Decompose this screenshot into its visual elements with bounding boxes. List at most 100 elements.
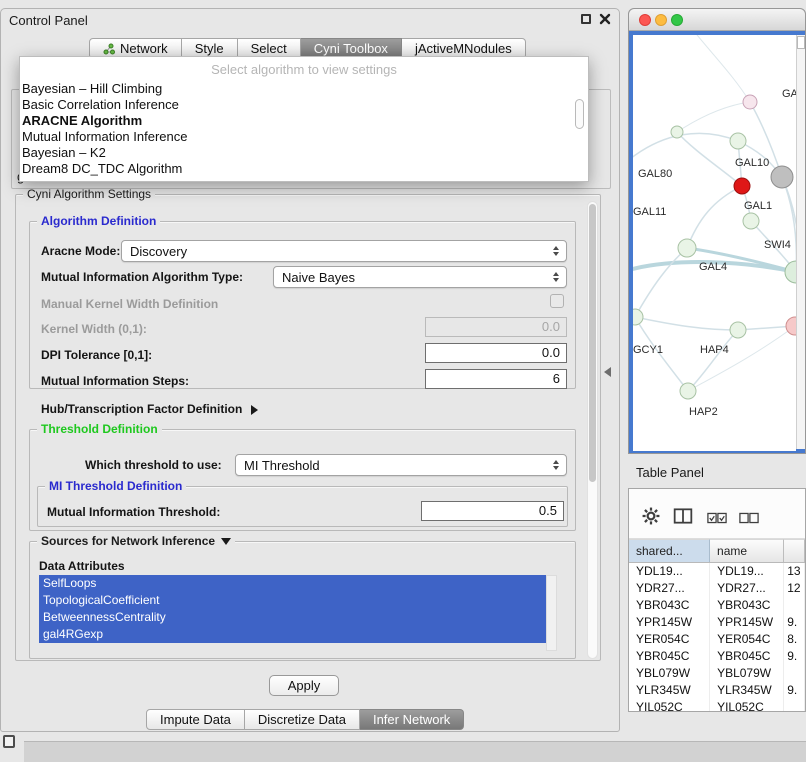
network-node[interactable] (730, 133, 746, 149)
column-header-name[interactable]: name (710, 539, 784, 562)
network-node[interactable] (786, 317, 796, 335)
settings-scrollbar[interactable] (587, 201, 598, 659)
manual-kernel-checkbox[interactable] (550, 294, 564, 308)
dpi-tolerance-field[interactable]: 0.0 (425, 343, 567, 363)
algorithm-option[interactable]: Mutual Information Inference (20, 129, 588, 145)
minimize-traffic-light-icon[interactable] (655, 14, 667, 26)
attribute-list-item[interactable]: SelfLoops (39, 575, 546, 592)
select-columns-icon[interactable] (673, 507, 693, 525)
cyni-settings-title: Cyni Algorithm Settings (23, 187, 155, 201)
mi-threshold-label: Mutual Information Threshold: (47, 504, 220, 520)
table-cell: 9. (784, 614, 805, 631)
attribute-list-item[interactable]: TopologicalCoefficient (39, 592, 546, 609)
network-node[interactable] (785, 261, 796, 283)
network-edge[interactable] (693, 35, 750, 102)
mi-steps-label: Mutual Information Steps: (41, 373, 189, 389)
mi-threshold-field[interactable]: 0.5 (421, 501, 564, 521)
algorithm-option[interactable]: Bayesian – K2 (20, 145, 588, 161)
tab-discretize-data[interactable]: Discretize Data (245, 709, 360, 730)
network-node-label: GCY1 (633, 344, 663, 356)
table-cell: 8. (784, 631, 805, 648)
network-focus-frame: GALGAL80GAL10GAL11GAL1SWI4GAL4GCY1HAP4HA… (629, 31, 805, 453)
network-node[interactable] (743, 95, 757, 109)
algorithm-popup-list: Bayesian – Hill ClimbingBasic Correlatio… (20, 81, 588, 177)
table-cell: YBR045C (629, 648, 710, 665)
table-row[interactable]: YBL079WYBL079W (629, 665, 805, 682)
kernel-width-field[interactable]: 0.0 (425, 317, 567, 337)
algorithm-option[interactable]: Dream8 DC_TDC Algorithm (20, 161, 588, 177)
close-traffic-light-icon[interactable] (639, 14, 651, 26)
tab-impute-data[interactable]: Impute Data (146, 709, 245, 730)
close-icon[interactable] (599, 13, 611, 25)
algorithm-option[interactable]: Basic Correlation Inference (20, 97, 588, 113)
attribute-list-item[interactable]: BetweennessCentrality (39, 609, 546, 626)
sources-group-title[interactable]: Sources for Network Inference (37, 534, 235, 548)
tab-infer-network-label: Infer Network (373, 712, 450, 727)
settings-scrollbar-thumb[interactable] (589, 204, 596, 482)
network-node-label: GAL10 (735, 157, 769, 169)
zoom-traffic-light-icon[interactable] (671, 14, 683, 26)
aracne-mode-combo[interactable]: Discovery (121, 240, 567, 262)
table-row[interactable]: YER054CYER054C8. (629, 631, 805, 648)
algorithm-popup-placeholder: Select algorithm to view settings (20, 59, 588, 81)
network-node-label: HAP4 (700, 344, 729, 356)
network-node-label: GAL11 (633, 206, 666, 218)
hub-section-label: Hub/Transcription Factor Definition (41, 402, 242, 416)
attribute-list-item[interactable]: gal4RGexp (39, 626, 546, 643)
control-panel-window: Control Panel Network Style Select Cyni … (0, 8, 620, 732)
network-node[interactable] (734, 178, 750, 194)
network-node[interactable] (633, 309, 643, 325)
network-edge[interactable] (688, 330, 738, 391)
split-pane-collapse-icon[interactable] (604, 367, 611, 377)
tab-infer-network[interactable]: Infer Network (360, 709, 464, 730)
apply-button[interactable]: Apply (269, 675, 339, 696)
table-cell: 9. (784, 648, 805, 665)
network-node[interactable] (678, 239, 696, 257)
table-cell: 13 (784, 563, 805, 580)
network-edge[interactable] (633, 133, 738, 163)
network-scrollbar[interactable] (796, 35, 805, 449)
table-row[interactable]: YBR045CYBR045C9. (629, 648, 805, 665)
table-row[interactable]: YBR043CYBR043C (629, 597, 805, 614)
column-header-shared-name[interactable]: shared... (629, 539, 710, 562)
attributes-list-scrollbar[interactable] (546, 575, 557, 651)
algorithm-option[interactable]: ARACNE Algorithm (20, 113, 588, 129)
hub-section-toggle[interactable]: Hub/Transcription Factor Definition (41, 401, 258, 417)
control-panel-titlebar: Control Panel (1, 9, 619, 33)
mi-steps-field[interactable]: 6 (425, 369, 567, 389)
tab-jactivemodules-label: jActiveMNodules (415, 41, 512, 56)
mi-type-combo[interactable]: Naive Bayes (273, 266, 567, 288)
panel-title: Control Panel (9, 13, 88, 28)
network-node[interactable] (680, 383, 696, 399)
gear-icon[interactable] (641, 507, 661, 525)
network-node[interactable] (730, 322, 746, 338)
network-node[interactable] (671, 126, 683, 138)
table-row[interactable]: YPR145WYPR145W9. (629, 614, 805, 631)
network-edge[interactable] (635, 317, 738, 330)
network-scrollbar-button[interactable] (797, 36, 805, 49)
panel-restore-icon[interactable] (3, 735, 15, 748)
network-node-label: GAL1 (744, 200, 772, 212)
column-header-partial[interactable] (784, 539, 805, 562)
algorithm-option[interactable]: Bayesian – Hill Climbing (20, 81, 588, 97)
select-all-icon[interactable] (707, 509, 727, 527)
popup-scrollbar-thumb[interactable] (575, 99, 584, 129)
network-canvas[interactable]: GALGAL80GAL10GAL11GAL1SWI4GAL4GCY1HAP4HA… (633, 35, 796, 451)
table-cell: YER054C (710, 631, 784, 648)
tab-network-label: Network (120, 41, 168, 56)
network-edge[interactable] (687, 186, 742, 248)
table-row[interactable]: YLR345WYLR345W9. (629, 682, 805, 699)
network-edge[interactable] (677, 102, 750, 132)
mi-type-value: Naive Bayes (282, 270, 553, 285)
table-panel-window: shared... name YDL19...YDL19...13YDR27..… (628, 488, 806, 712)
network-node[interactable] (743, 213, 759, 229)
float-window-icon[interactable] (581, 14, 591, 24)
network-node[interactable] (771, 166, 793, 188)
table-row[interactable]: YIL052CYIL052C (629, 699, 805, 712)
deselect-all-icon[interactable] (739, 509, 759, 527)
table-cell: 9. (784, 682, 805, 699)
which-threshold-combo[interactable]: MI Threshold (235, 454, 567, 476)
network-edge[interactable] (635, 248, 687, 317)
table-row[interactable]: YDL19...YDL19...13 (629, 563, 805, 580)
table-row[interactable]: YDR27...YDR27...12 (629, 580, 805, 597)
